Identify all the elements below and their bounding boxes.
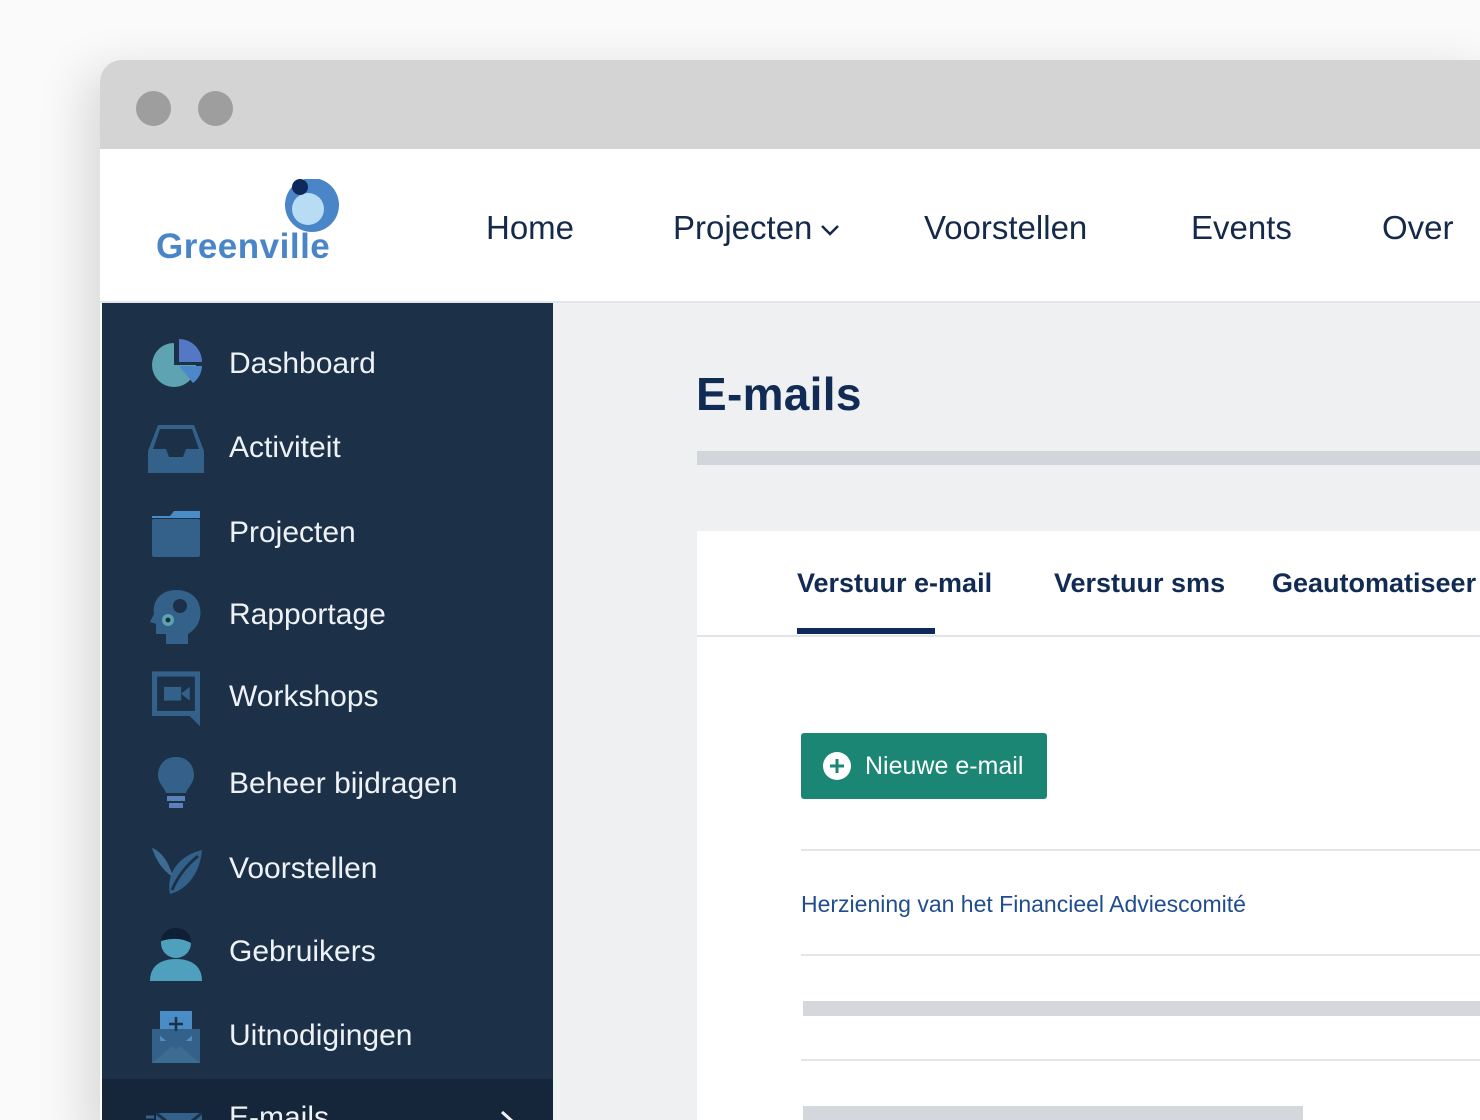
sidebar-item-label: Dashboard — [229, 347, 376, 380]
nav-proposals[interactable]: Voorstellen — [924, 209, 1087, 247]
sidebar-item-emails[interactable]: E-mails — [102, 1079, 553, 1120]
sidebar-item-proposals[interactable]: Voorstellen — [102, 830, 553, 912]
tab-send-email[interactable]: Verstuur e-mail — [797, 568, 992, 599]
nav-projects-label: Projecten — [673, 209, 813, 246]
window-titlebar — [100, 60, 1480, 149]
main-content: E-mails Verstuur e-mail Verstuur sms Gea… — [553, 303, 1480, 1120]
greenville-logo[interactable]: Greenville — [156, 179, 346, 266]
sidebar-item-label: Uitnodigingen — [229, 1019, 413, 1052]
sidebar-item-dashboard[interactable]: Dashboard — [102, 325, 553, 407]
video-chat-icon — [152, 671, 200, 727]
browser-window: Greenville Home Projecten Voorstellen Ev… — [100, 60, 1480, 1120]
plus-circle-icon — [823, 752, 851, 780]
list-divider — [801, 1059, 1480, 1061]
sidebar-item-workshops[interactable]: Workshops — [102, 658, 553, 740]
list-divider — [801, 954, 1480, 956]
sidebar-item-label: Gebruikers — [229, 935, 376, 968]
title-divider — [697, 451, 1480, 465]
tab-automated[interactable]: Geautomatiseer — [1272, 568, 1476, 599]
tab-send-sms[interactable]: Verstuur sms — [1054, 568, 1225, 599]
list-divider — [801, 849, 1480, 851]
sidebar-item-label: Voorstellen — [229, 852, 378, 885]
brain-gears-icon — [150, 590, 201, 644]
sidebar-item-label: Projecten — [229, 516, 356, 549]
lightbulb-icon — [158, 757, 194, 808]
user-icon — [150, 927, 202, 981]
placeholder-row — [803, 1106, 1303, 1120]
email-list-item[interactable]: Herziening van het Financieel Adviescomi… — [801, 891, 1246, 918]
sidebar-item-label: E-mails — [229, 1101, 330, 1120]
new-email-label: Nieuwe e-mail — [865, 752, 1024, 780]
sidebar-item-invitations[interactable]: Uitnodigingen — [102, 997, 553, 1079]
sidebar-item-label: Activiteit — [229, 431, 341, 464]
sidebar-item-projects[interactable]: Projecten — [102, 494, 553, 576]
new-email-button[interactable]: Nieuwe e-mail — [801, 733, 1047, 799]
sidebar-item-users[interactable]: Gebruikers — [102, 913, 553, 995]
logo-mark-icon — [285, 179, 339, 232]
nav-events[interactable]: Events — [1191, 209, 1292, 247]
nav-projects[interactable]: Projecten — [673, 209, 840, 247]
envelope-plus-icon — [152, 1011, 200, 1063]
inbox-tray-icon — [148, 425, 204, 473]
page-title: E-mails — [696, 368, 862, 420]
tab-bar: Verstuur e-mail Verstuur sms Geautomatis… — [697, 531, 1480, 637]
window-close-dot[interactable] — [136, 91, 171, 126]
chevron-down-icon — [821, 225, 840, 237]
active-tab-indicator — [797, 628, 935, 634]
nav-about[interactable]: Over — [1382, 209, 1454, 247]
placeholder-row — [803, 1001, 1480, 1016]
pie-chart-icon — [152, 339, 202, 387]
window-minimize-dot[interactable] — [198, 91, 233, 126]
envelope-icon — [146, 1111, 203, 1120]
sidebar-item-label: Rapportage — [229, 598, 386, 631]
nav-home[interactable]: Home — [486, 209, 574, 247]
chevron-right-icon — [500, 1110, 514, 1120]
sidebar-item-reporting[interactable]: Rapportage — [102, 576, 553, 658]
leaf-icon — [152, 848, 202, 894]
folder-icon — [152, 511, 200, 557]
sidebar-item-label: Beheer bijdragen — [229, 767, 458, 800]
top-navbar: Greenville Home Projecten Voorstellen Ev… — [100, 149, 1480, 303]
admin-sidebar: Dashboard Activiteit Projecten Rapportag… — [102, 303, 553, 1120]
sidebar-item-contributions[interactable]: Beheer bijdragen — [102, 745, 553, 827]
sidebar-item-label: Workshops — [229, 680, 379, 713]
email-card: Verstuur e-mail Verstuur sms Geautomatis… — [697, 531, 1480, 1120]
sidebar-item-activity[interactable]: Activiteit — [102, 409, 553, 491]
